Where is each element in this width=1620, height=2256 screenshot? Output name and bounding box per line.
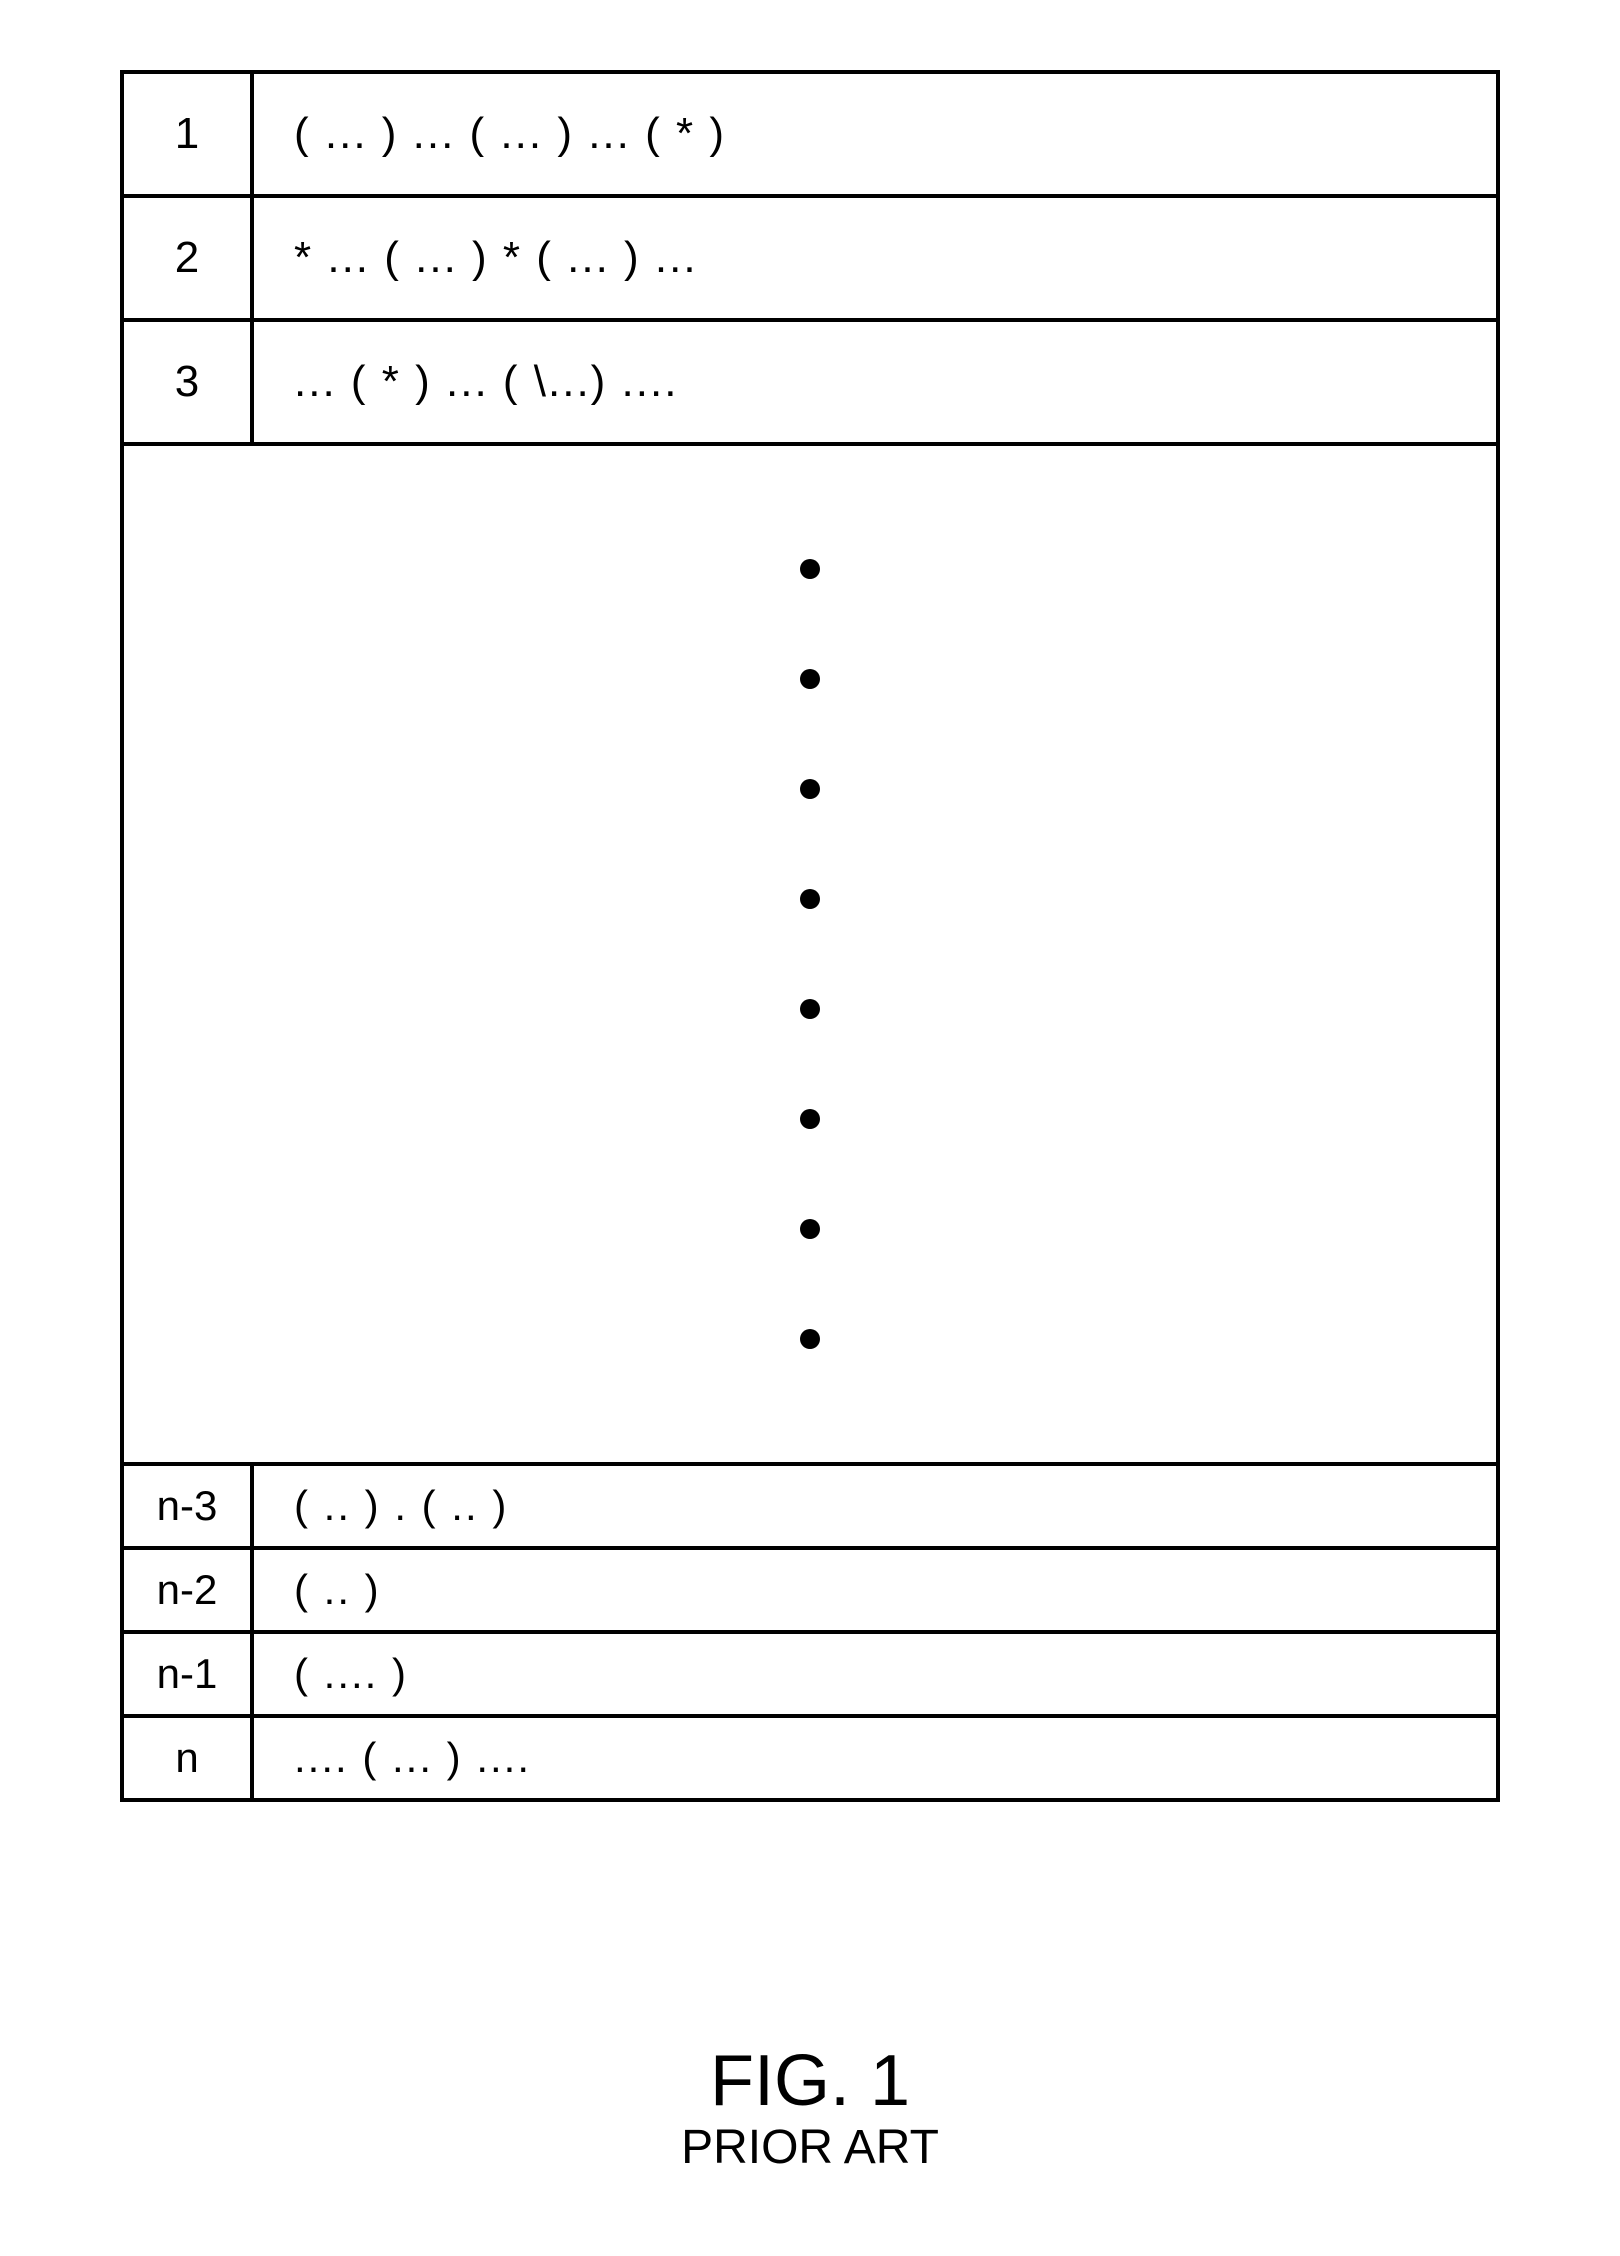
table-row: n-3 ( .. ) . ( .. ) bbox=[124, 1462, 1496, 1546]
row-index: 1 bbox=[124, 74, 254, 194]
table-row: n-2 ( .. ) bbox=[124, 1546, 1496, 1630]
row-index: n-2 bbox=[124, 1550, 254, 1630]
table-row: n .... ( ... ) .... bbox=[124, 1714, 1496, 1798]
ellipsis-dot bbox=[800, 669, 820, 689]
row-index: n-3 bbox=[124, 1466, 254, 1546]
row-pattern: ( ... ) ... ( ... ) ... ( * ) bbox=[254, 74, 1496, 194]
row-index: n bbox=[124, 1718, 254, 1798]
ellipsis-dot bbox=[800, 1109, 820, 1129]
row-index: 2 bbox=[124, 198, 254, 318]
table-row: 3 ... ( * ) ... ( \...) .... bbox=[124, 318, 1496, 442]
row-pattern: ... ( * ) ... ( \...) .... bbox=[254, 322, 1496, 442]
row-pattern: ( .. ) . ( .. ) bbox=[254, 1466, 1496, 1546]
figure-label: FIG. 1 bbox=[0, 2040, 1620, 2122]
ellipsis-dot bbox=[800, 779, 820, 799]
row-pattern: ( .. ) bbox=[254, 1550, 1496, 1630]
table-row: n-1 ( .... ) bbox=[124, 1630, 1496, 1714]
ellipsis-gap bbox=[124, 442, 1496, 1462]
row-pattern: .... ( ... ) .... bbox=[254, 1718, 1496, 1798]
table-row: 2 * ... ( ... ) * ( ... ) ... bbox=[124, 194, 1496, 318]
row-index: n-1 bbox=[124, 1634, 254, 1714]
regex-table: 1 ( ... ) ... ( ... ) ... ( * ) 2 * ... … bbox=[120, 70, 1500, 1802]
table-row: 1 ( ... ) ... ( ... ) ... ( * ) bbox=[124, 74, 1496, 194]
row-index: 3 bbox=[124, 322, 254, 442]
row-pattern: ( .... ) bbox=[254, 1634, 1496, 1714]
ellipsis-dot bbox=[800, 559, 820, 579]
row-pattern: * ... ( ... ) * ( ... ) ... bbox=[254, 198, 1496, 318]
ellipsis-dot bbox=[800, 1329, 820, 1349]
ellipsis-dot bbox=[800, 889, 820, 909]
ellipsis-dot bbox=[800, 1219, 820, 1239]
figure-subtitle: PRIOR ART bbox=[0, 2120, 1620, 2175]
ellipsis-dot bbox=[800, 999, 820, 1019]
